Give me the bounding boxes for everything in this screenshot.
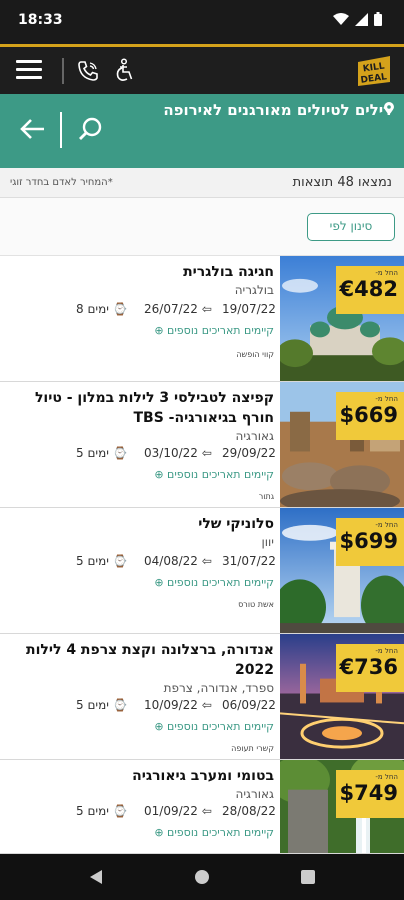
deal-info: קפיצה לטבילסי 3 לילות במלון - טיול חורף …	[10, 382, 276, 507]
filter-button[interactable]: סינון לפי	[307, 213, 395, 241]
deal-airline: קווי הופשה	[236, 350, 274, 359]
price-badge: החל מ- $669	[336, 392, 404, 440]
deal-duration: 5 ימים ⌚	[76, 698, 128, 712]
deal-title[interactable]: קפיצה לטבילסי 3 לילות במלון - טיול חורף …	[10, 388, 274, 428]
deal-country: יוון	[261, 535, 275, 549]
status-icons	[333, 12, 382, 26]
search-divider	[60, 112, 62, 148]
deal-info: בטומי ומערב גיאורגיה גאורגיה 5 ימים ⌚ 01…	[10, 760, 276, 853]
results-bar: נמצאו 48 תוצאות *המחיר לאדם בחדר זוגי	[0, 168, 404, 198]
deal-duration: 5 ימים ⌚	[76, 804, 128, 818]
battery-icon	[374, 12, 382, 26]
search-icon[interactable]	[78, 116, 104, 142]
brand-logo[interactable]: KILL DEAL	[356, 54, 392, 88]
deal-duration: 5 ימים ⌚	[76, 446, 128, 460]
departure-date: 28/08/22	[222, 804, 276, 818]
deal-dates: 8 ימים ⌚ 26/07/22 ⇦ 19/07/22	[10, 302, 276, 320]
system-navigation-bar	[0, 854, 404, 900]
results-count: נמצאו 48 תוצאות	[292, 175, 392, 190]
home-nav-icon[interactable]	[194, 869, 210, 885]
deal-title[interactable]: אנדורה, ברצלונה וקצת צרפת 4 לילות 2022	[10, 640, 274, 680]
deal-info: חגיגה בולגרית בולגריה 8 ימים ⌚ 26/07/22 …	[10, 256, 276, 381]
more-dates-link[interactable]: קיימים תאריכים נוספים ⊕	[154, 720, 274, 733]
wifi-icon	[333, 12, 349, 25]
price-note: *המחיר לאדם בחדר זוגי	[10, 177, 113, 188]
deal-price: €736	[339, 655, 398, 679]
deal-duration: 5 ימים ⌚	[76, 554, 128, 568]
deal-title[interactable]: סלוניקי שלי	[10, 514, 274, 534]
departure-date: 19/07/22	[222, 302, 276, 316]
search-title: דילים לטיולים מאורגנים לאירופה	[163, 101, 392, 119]
deal-dates: 5 ימים ⌚ 04/08/22 ⇦ 31/07/22	[10, 554, 276, 572]
recents-nav-icon[interactable]	[300, 869, 316, 885]
deal-dates: 5 ימים ⌚ 01/09/22 ⇦ 28/08/22	[10, 804, 276, 822]
return-date: 04/08/22 ⇦	[144, 554, 212, 568]
deal-price: $669	[339, 403, 398, 427]
deal-info: סלוניקי שלי יוון 5 ימים ⌚ 04/08/22 ⇦ 31/…	[10, 508, 276, 633]
accent-line	[0, 44, 404, 47]
price-badge: החל מ- $699	[336, 518, 404, 566]
deal-country: בולגריה	[234, 283, 274, 297]
deal-dates: 5 ימים ⌚ 10/09/22 ⇦ 06/09/22	[10, 698, 276, 716]
deal-airline: אשת טורס	[238, 600, 274, 609]
price-badge: החל מ- $749	[336, 770, 404, 818]
more-dates-link[interactable]: קיימים תאריכים נוספים ⊕	[154, 826, 274, 839]
return-date: 10/09/22 ⇦	[144, 698, 212, 712]
deal-card[interactable]: החל מ- $699 סלוניקי שלי יוון 5 ימים ⌚ 04…	[0, 508, 404, 634]
signal-icon	[355, 12, 368, 26]
price-badge: החל מ- €482	[336, 266, 404, 314]
deal-info: אנדורה, ברצלונה וקצת צרפת 4 לילות 2022 ס…	[10, 634, 276, 759]
top-navigation	[0, 44, 404, 94]
deal-country: ספרד, אנדורה, צרפת	[163, 681, 274, 695]
more-dates-link[interactable]: קיימים תאריכים נוספים ⊕	[154, 576, 274, 589]
accessibility-icon[interactable]	[112, 58, 136, 84]
deal-price: $699	[339, 529, 398, 553]
nav-divider	[62, 58, 64, 84]
departure-date: 06/09/22	[222, 698, 276, 712]
back-arrow-icon[interactable]	[20, 118, 46, 140]
location-pin-icon	[384, 102, 394, 115]
more-dates-link[interactable]: קיימים תאריכים נוספים ⊕	[154, 324, 274, 337]
departure-date: 29/09/22	[222, 446, 276, 460]
return-date: 03/10/22 ⇦	[144, 446, 212, 460]
price-badge: החל מ- €736	[336, 644, 404, 692]
deal-duration: 8 ימים ⌚	[76, 302, 128, 316]
departure-date: 31/07/22	[222, 554, 276, 568]
deal-card[interactable]: החל מ- $749 בטומי ומערב גיאורגיה גאורגיה…	[0, 760, 404, 854]
deal-country: גאורגיה	[235, 429, 274, 443]
deal-airline: קשרי תעופה	[231, 744, 274, 753]
back-nav-icon[interactable]	[88, 869, 104, 885]
deal-airline: גתור	[258, 492, 274, 501]
deal-country: גאורגיה	[235, 787, 274, 801]
phone-icon[interactable]	[76, 59, 100, 83]
deal-title[interactable]: חגיגה בולגרית	[10, 262, 274, 282]
deal-dates: 5 ימים ⌚ 03/10/22 ⇦ 29/09/22	[10, 446, 276, 464]
deal-price: $749	[339, 781, 398, 805]
deal-price: €482	[339, 277, 398, 301]
status-time: 18:33	[18, 12, 63, 28]
hamburger-menu-icon[interactable]	[16, 60, 42, 80]
deal-title[interactable]: בטומי ומערב גיאורגיה	[10, 766, 274, 786]
status-bar: 18:33	[0, 0, 404, 44]
deal-card[interactable]: החל מ- €482 חגיגה בולגרית בולגריה 8 ימים…	[0, 256, 404, 382]
deal-card[interactable]: החל מ- $669 קפיצה לטבילסי 3 לילות במלון …	[0, 382, 404, 508]
return-date: 01/09/22 ⇦	[144, 804, 212, 818]
return-date: 26/07/22 ⇦	[144, 302, 212, 316]
deal-card[interactable]: החל מ- €736 אנדורה, ברצלונה וקצת צרפת 4 …	[0, 634, 404, 760]
more-dates-link[interactable]: קיימים תאריכים נוספים ⊕	[154, 468, 274, 481]
